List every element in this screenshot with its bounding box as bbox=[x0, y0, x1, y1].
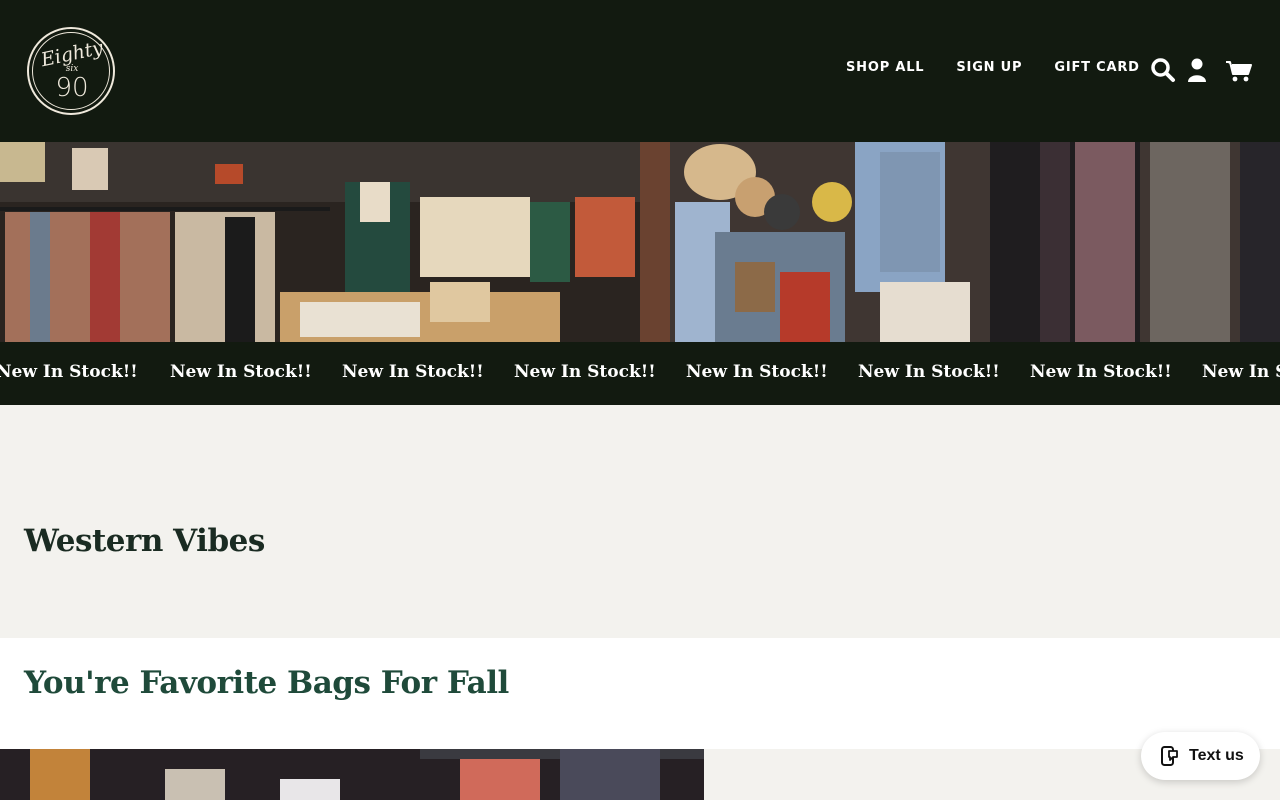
ticker-item: New In Stock!! bbox=[0, 362, 138, 382]
ticker-item: New In Stock!! bbox=[1202, 362, 1280, 382]
account-icon[interactable] bbox=[1186, 57, 1208, 83]
ticker-item: New In Stock!! bbox=[858, 362, 1000, 382]
section-title-fall-bags: You're Favorite Bags For Fall bbox=[24, 665, 509, 701]
cart-icon[interactable] bbox=[1225, 59, 1253, 83]
fall-bags-section: You're Favorite Bags For Fall bbox=[0, 638, 1280, 800]
ticker-item: New In Stock!! bbox=[1030, 362, 1172, 382]
text-us-label: Text us bbox=[1189, 747, 1244, 764]
section-title-western-vibes: Western Vibes bbox=[24, 523, 265, 559]
western-vibes-section: Western Vibes bbox=[0, 405, 1280, 638]
nav-gift-card[interactable]: GIFT CARD bbox=[1054, 60, 1139, 75]
product-photo-illustration bbox=[0, 749, 704, 800]
ticker-item: New In Stock!! bbox=[342, 362, 484, 382]
hero-banner-image bbox=[0, 142, 1280, 342]
ticker-item: New In Stock!! bbox=[686, 362, 828, 382]
nav-sign-up[interactable]: SIGN UP bbox=[956, 60, 1022, 75]
announcement-ticker: New In Stock!! New In Stock!! New In Sto… bbox=[0, 342, 1280, 405]
text-us-button[interactable]: Text us bbox=[1141, 732, 1260, 780]
logo-text-ninety: 90 bbox=[55, 73, 89, 103]
ticker-item: New In Stock!! bbox=[170, 362, 312, 382]
store-interior-illustration bbox=[0, 142, 1280, 342]
product-image[interactable] bbox=[0, 749, 704, 800]
main-nav: SHOP ALL SIGN UP GIFT CARD bbox=[846, 60, 1140, 75]
store-logo[interactable]: Eighty six 90 bbox=[27, 27, 115, 115]
nav-shop-all[interactable]: SHOP ALL bbox=[846, 60, 924, 75]
chat-phone-icon bbox=[1161, 746, 1178, 766]
site-header: Eighty six 90 SHOP ALL SIGN UP GIFT CARD bbox=[0, 0, 1280, 142]
ticker-item: New In Stock!! bbox=[514, 362, 656, 382]
search-icon[interactable] bbox=[1150, 57, 1176, 83]
